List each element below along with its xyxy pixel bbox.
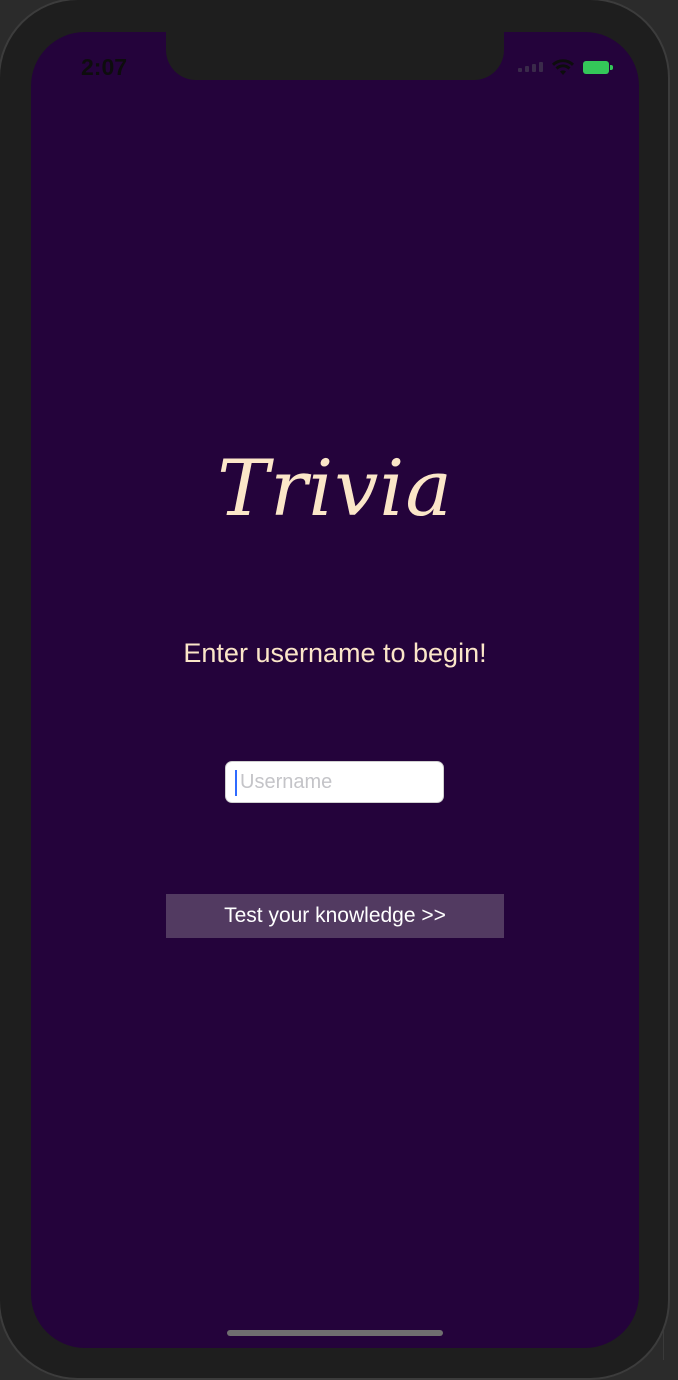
- app-title: Trivia: [217, 444, 453, 534]
- battery-icon: [583, 60, 613, 74]
- home-indicator[interactable]: [227, 1330, 443, 1336]
- app-screen: 2:07 Trivia Enter username to begin! Tes…: [31, 32, 639, 1348]
- username-input[interactable]: [226, 762, 443, 802]
- start-quiz-button[interactable]: Test your knowledge >>: [166, 894, 504, 938]
- iphone-simulator-frame: 2:07 Trivia Enter username to begin! Tes…: [0, 0, 668, 1378]
- device-notch: [166, 32, 504, 80]
- username-field[interactable]: [225, 761, 444, 803]
- username-prompt: Enter username to begin!: [183, 638, 487, 668]
- cellular-signal-icon: [518, 62, 543, 72]
- status-bar-icons: [518, 58, 613, 76]
- wifi-icon: [552, 59, 574, 75]
- status-bar-time: 2:07: [81, 54, 128, 80]
